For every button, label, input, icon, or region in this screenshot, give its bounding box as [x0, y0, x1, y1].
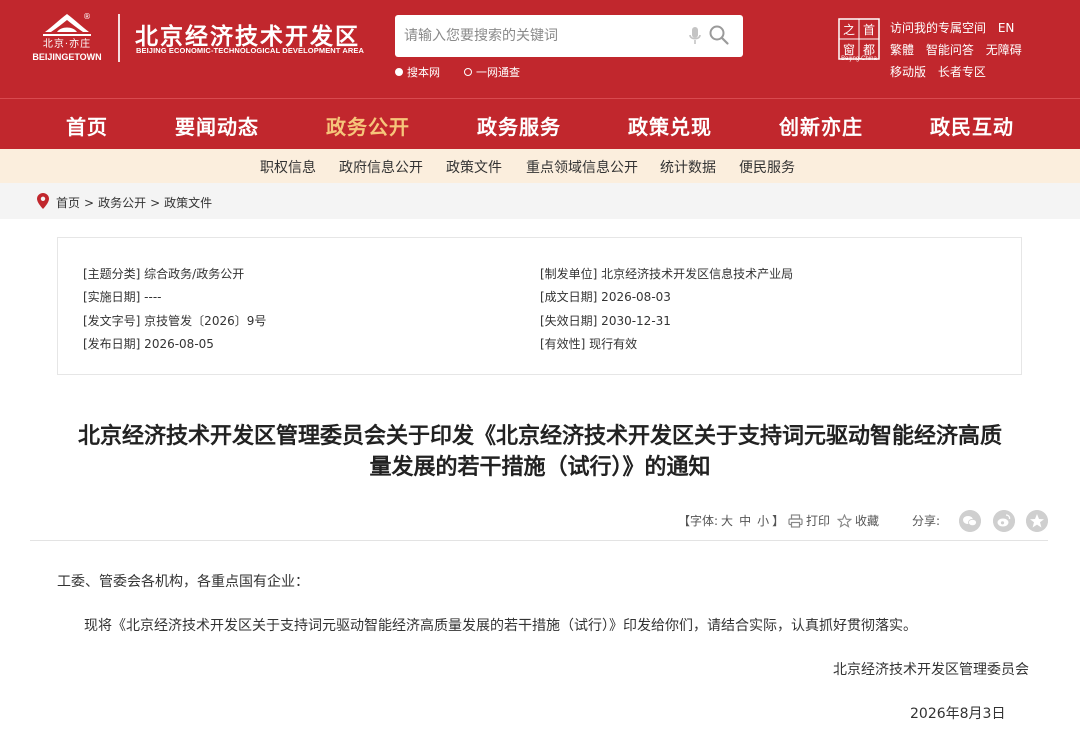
subnav-convenience[interactable]: 便民服务 [739, 157, 795, 177]
meta-effective-date: [实施日期] ---- [83, 290, 162, 304]
meta-issuer: [制发单位] 北京经济技术开发区信息技术产业局 [540, 267, 794, 281]
article-divider [30, 540, 1048, 541]
breadcrumb-gov-affairs[interactable]: 政务公开 [98, 196, 146, 210]
search-input[interactable] [404, 26, 674, 46]
meta-expiry-date: [失效日期] 2030-12-31 [540, 314, 671, 328]
link-english[interactable]: EN [998, 21, 1015, 35]
subnav-key-areas[interactable]: 重点领域信息公开 [526, 157, 638, 177]
capital-char-4: 都 [863, 43, 875, 57]
breadcrumb-home[interactable]: 首页 [56, 196, 80, 210]
font-size-medium[interactable]: 中 [739, 512, 751, 529]
link-smart-qa[interactable]: 智能问答 [926, 43, 974, 57]
favorite-button[interactable]: 收藏 [837, 512, 879, 529]
radio-selected-icon [395, 68, 403, 76]
meta-category: [主题分类] 综合政务/政务公开 [83, 267, 245, 281]
scope-option-site[interactable]: 搜本网 [395, 64, 440, 80]
nav-policy-redemption[interactable]: 政策兑现 [628, 111, 712, 140]
print-button[interactable]: 打印 [788, 512, 830, 529]
breadcrumb-bar: 首页 > 政务公开 > 政策文件 [0, 183, 1080, 219]
article-title-line-2: 量发展的若干措施（试行）》的通知 [369, 455, 711, 480]
link-mobile[interactable]: 移动版 [890, 65, 926, 79]
search-icon[interactable] [708, 24, 730, 46]
article-date: 2026年8月3日 [910, 706, 1006, 722]
subnav-authority-info[interactable]: 职权信息 [260, 157, 316, 177]
font-size-label: 【字体: [678, 514, 719, 528]
nav-gov-affairs[interactable]: 政务公开 [326, 111, 410, 140]
meta-doc-number: [发文字号] 京技管发〔2026〕9号 [83, 314, 267, 328]
link-traditional[interactable]: 繁體 [890, 43, 914, 57]
weibo-share-icon[interactable] [993, 510, 1015, 532]
printer-icon [788, 513, 803, 528]
breadcrumb-separator: > [150, 196, 161, 210]
nav-interaction[interactable]: 政民互动 [930, 111, 1014, 140]
capital-logo-caption: Beijing-China [841, 56, 877, 62]
breadcrumb-policy-docs[interactable]: 政策文件 [164, 196, 212, 210]
top-links-row-2: 繁體 智能问答 无障碍 [890, 41, 1030, 58]
capital-char-1: 之 [843, 23, 855, 37]
subnav-policy-docs[interactable]: 政策文件 [446, 157, 502, 177]
nav-gov-services[interactable]: 政务服务 [477, 111, 561, 140]
article-title-line-1: 北京经济技术开发区管理委员会关于印发《北京经济技术开发区关于支持词元驱动智能经济… [77, 424, 1002, 449]
location-pin-icon [37, 193, 49, 209]
font-size-large[interactable]: 大 [721, 512, 733, 529]
qzone-share-icon[interactable] [1026, 510, 1048, 532]
wechat-share-icon[interactable] [959, 510, 981, 532]
subnav-statistics[interactable]: 统计数据 [660, 157, 716, 177]
article-body: 现将《北京经济技术开发区关于支持词元驱动智能经济高质量发展的若干措施（试行）》印… [84, 618, 917, 634]
microphone-icon[interactable] [688, 26, 702, 46]
font-size-end: 】 [772, 514, 785, 528]
registered-mark: ® [83, 12, 91, 21]
favorite-label: 收藏 [855, 514, 880, 528]
font-size-control: 【字体: 大 中 小 】 [678, 512, 784, 529]
capital-char-2: 首 [863, 23, 875, 37]
meta-publish-date: [发布日期] 2026-08-05 [83, 337, 214, 351]
breadcrumb: 首页 > 政务公开 > 政策文件 [56, 194, 212, 211]
main-nav: 首页 要闻动态 政务公开 政务服务 政策兑现 创新亦庄 政民互动 [0, 98, 1080, 149]
scope-label-all: 一网通查 [476, 66, 520, 79]
capital-char-3: 窗 [843, 43, 855, 57]
nav-innovation[interactable]: 创新亦庄 [779, 111, 863, 140]
logo-en-text: BEIJINGETOWN [32, 52, 102, 62]
top-links-row-1: 访问我的专属空间 EN [890, 19, 1022, 36]
article-title: 北京经济技术开发区管理委员会关于印发《北京经济技术开发区关于支持词元驱动智能经济… [30, 421, 1050, 483]
link-elderly[interactable]: 长者专区 [938, 65, 986, 79]
nav-home[interactable]: 首页 [66, 111, 108, 140]
link-accessibility[interactable]: 无障碍 [986, 43, 1022, 57]
meta-validity: [有效性] 现行有效 [540, 337, 638, 351]
scope-option-all[interactable]: 一网通查 [464, 64, 520, 80]
scope-label-site: 搜本网 [407, 66, 440, 79]
logo-divider [118, 14, 120, 62]
breadcrumb-separator: > [84, 196, 95, 210]
site-subtitle: BEIJING ECONOMIC-TECHNOLOGICAL DEVELOPME… [136, 46, 365, 55]
document-meta-box: [主题分类] 综合政务/政务公开 [实施日期] ---- [发文字号] 京技管发… [57, 237, 1022, 375]
star-icon [837, 513, 852, 528]
site-header: 北京·亦庄 BEIJINGETOWN ® 北京经济技术开发区 BEIJING E… [0, 0, 1080, 98]
article-signature: 北京经济技术开发区管理委员会 [833, 662, 1029, 678]
subnav-gov-info[interactable]: 政府信息公开 [339, 157, 423, 177]
nav-news[interactable]: 要闻动态 [175, 111, 259, 140]
print-label: 打印 [806, 514, 831, 528]
radio-unselected-icon [464, 68, 472, 76]
link-my-space[interactable]: 访问我的专属空间 [890, 21, 986, 35]
logo-cn-text: 北京·亦庄 [42, 39, 92, 50]
share-label: 分享: [912, 514, 941, 528]
top-links-row-3: 移动版 长者专区 [890, 63, 994, 80]
meta-written-date: [成文日期] 2026-08-03 [540, 290, 671, 304]
font-size-small[interactable]: 小 [757, 512, 769, 529]
etown-logo[interactable]: 北京·亦庄 BEIJINGETOWN [30, 12, 104, 64]
sub-nav: 职权信息 政府信息公开 政策文件 重点领域信息公开 统计数据 便民服务 [0, 149, 1080, 183]
article-salutation: 工委、管委会各机构，各重点国有企业： [57, 574, 309, 590]
